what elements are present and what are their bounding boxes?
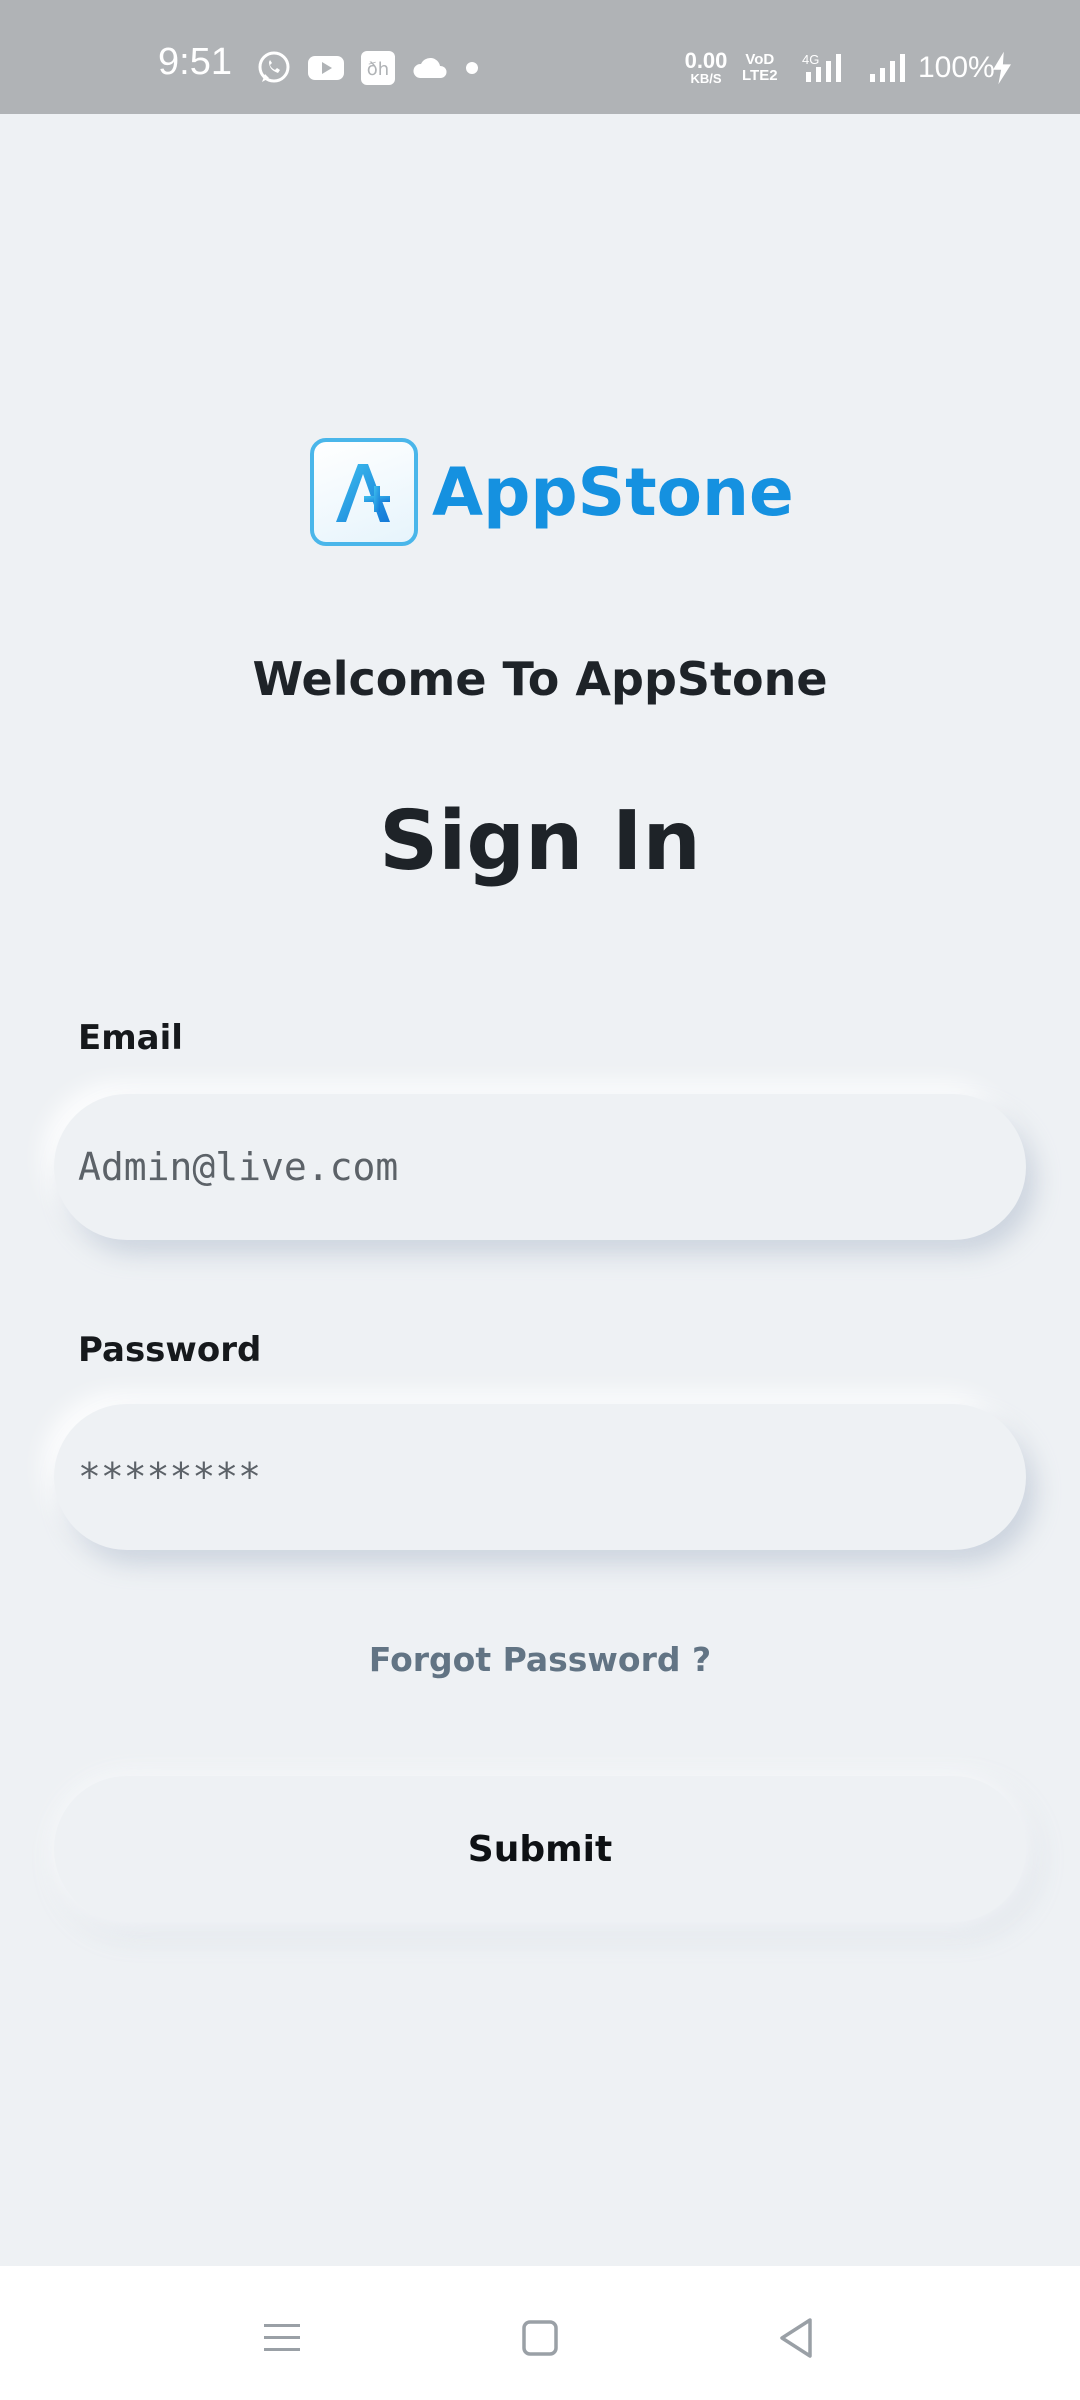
svg-text:ðh: ðh (367, 59, 389, 80)
net-speed: 0.00 KB/S (684, 48, 728, 86)
youtube-icon (308, 56, 344, 80)
home-icon[interactable] (516, 2314, 564, 2362)
password-field-container[interactable] (54, 1404, 1026, 1550)
forgot-password-link[interactable]: Forgot Password ? (0, 1640, 1080, 1679)
status-bar: 9:51 ðh 0.00 KB/S VoD LTE2 4G 100% (0, 0, 1080, 114)
dot-icon (466, 62, 478, 74)
cloud-icon (413, 57, 447, 78)
volte-indicator: VoD LTE2 (742, 51, 778, 84)
menu-icon[interactable] (258, 2314, 306, 2362)
email-field-container[interactable] (54, 1094, 1026, 1240)
logo-mark-icon (310, 438, 418, 546)
svg-text:4G: 4G (802, 52, 819, 67)
password-label: Password (78, 1330, 262, 1370)
battery-percentage: 100% (918, 51, 995, 84)
whatsapp-icon (258, 51, 290, 83)
signal-icon (870, 54, 905, 82)
back-icon[interactable] (772, 2314, 820, 2362)
brand-name: AppStone (432, 453, 794, 531)
app-logo: AppStone (310, 436, 794, 548)
password-field[interactable] (78, 1455, 1026, 1499)
welcome-text: Welcome To AppStone (252, 652, 828, 706)
page-title: Sign In (379, 794, 701, 889)
signal-4g-icon: 4G (802, 52, 841, 82)
submit-button[interactable]: Submit (54, 1776, 1026, 1922)
status-time: 9:51 (158, 41, 232, 83)
email-field[interactable] (78, 1145, 1026, 1189)
navigation-bar (0, 2266, 1080, 2400)
email-label: Email (78, 1018, 183, 1058)
charging-icon (993, 51, 1011, 85)
app-icon: ðh (361, 51, 395, 85)
